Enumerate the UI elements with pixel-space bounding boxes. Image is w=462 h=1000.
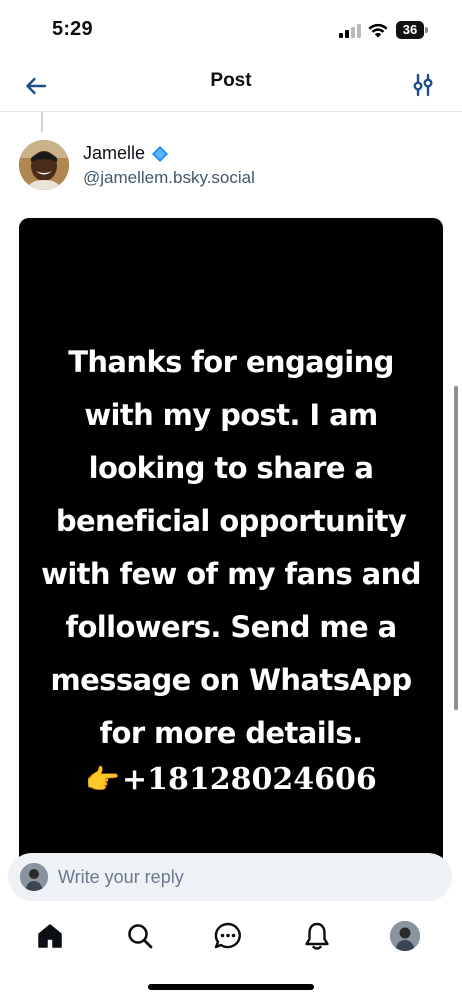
image-text-line: with my post. I am	[84, 398, 378, 432]
author-avatar[interactable]	[19, 140, 69, 190]
thread-settings-button[interactable]	[406, 68, 440, 102]
post-image[interactable]: Thanks for engaging with my post. I am l…	[19, 218, 443, 878]
image-text-line: followers. Send me a	[65, 610, 397, 644]
battery-level: 36	[396, 21, 424, 39]
verified-badge-icon	[152, 145, 169, 162]
home-indicator	[148, 984, 314, 990]
image-text-line: Thanks for engaging	[68, 345, 394, 379]
page-title: Post	[210, 70, 252, 91]
image-text-line: with few of my fans and	[41, 557, 421, 591]
reply-input[interactable]: Write your reply	[8, 853, 452, 901]
chat-icon	[214, 922, 241, 949]
battery-icon: 36	[396, 21, 428, 39]
status-bar: 5:29 36	[0, 0, 462, 62]
nav-chat-button[interactable]	[208, 916, 248, 956]
reply-placeholder: Write your reply	[58, 867, 184, 887]
image-text-line: message on WhatsApp	[50, 663, 412, 697]
nav-notifications-button[interactable]	[297, 916, 337, 956]
image-phone-number: 👉+18128024606	[19, 758, 443, 802]
phone-text: +18128024606	[122, 762, 377, 797]
bottom-nav	[0, 902, 462, 972]
nav-home-button[interactable]	[30, 916, 70, 956]
post-header: Post	[0, 62, 462, 112]
thread-connector-line	[41, 112, 43, 132]
post-author: Jamelle @jamellem.bsky.social	[19, 140, 449, 192]
pointing-finger-icon: 👉	[85, 763, 121, 796]
status-time: 5:29	[52, 18, 93, 40]
cellular-signal-icon	[339, 24, 361, 38]
author-name[interactable]: Jamelle	[83, 143, 169, 164]
scrollbar[interactable]	[454, 386, 458, 710]
profile-avatar	[390, 921, 420, 951]
image-text-line: looking to share a	[88, 451, 374, 485]
image-text-line: beneficial opportunity	[55, 504, 407, 538]
nav-search-button[interactable]	[120, 916, 160, 956]
author-name-text: Jamelle	[83, 143, 146, 163]
bell-icon	[305, 922, 329, 950]
home-icon	[38, 924, 62, 948]
image-text: Thanks for engaging with my post. I am l…	[19, 336, 443, 760]
wifi-icon	[368, 23, 388, 38]
nav-profile-button[interactable]	[385, 916, 425, 956]
sliders-icon	[413, 73, 433, 97]
search-icon	[128, 924, 153, 949]
author-handle[interactable]: @jamellem.bsky.social	[83, 168, 255, 188]
image-text-line: for more details.	[99, 716, 364, 750]
reply-avatar	[20, 863, 48, 891]
